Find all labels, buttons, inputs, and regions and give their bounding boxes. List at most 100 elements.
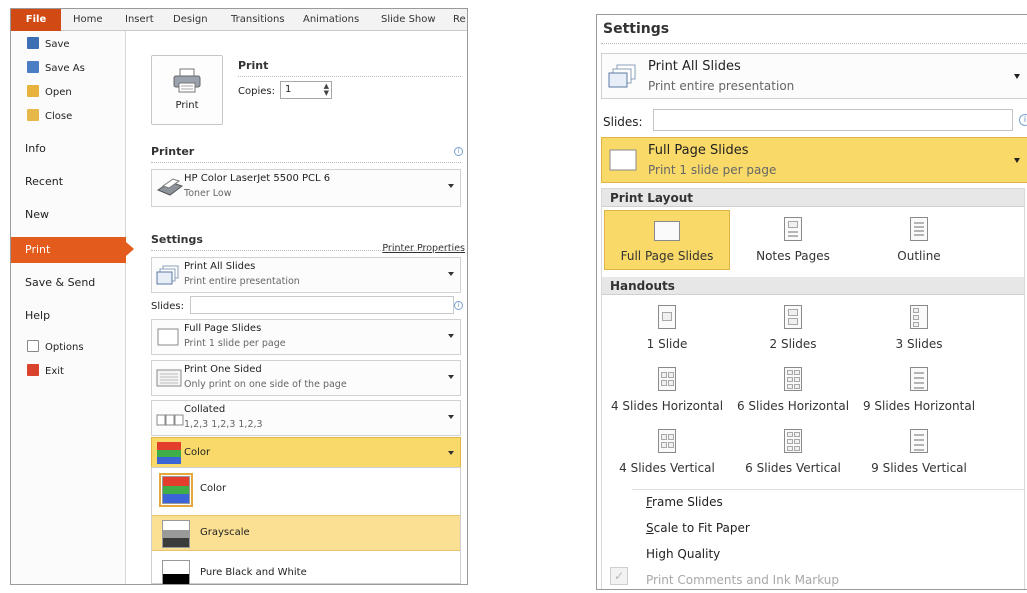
handout-label: 4 Slides Horizontal [610,399,724,413]
handout-9-vertical[interactable]: 9 Slides Vertical [856,429,982,475]
print-range-subtitle: Print entire presentation [184,276,300,287]
tab-file[interactable]: File [11,9,61,31]
color-dropdown[interactable]: Color [151,437,461,469]
backstage-open[interactable]: Open [11,81,126,105]
printer-dropdown[interactable]: HP Color LaserJet 5500 PCL 6 Toner Low [151,169,461,207]
handout-label: 6 Slides Vertical [745,461,841,475]
handout-label: 9 Slides Horizontal [862,399,976,413]
chevron-down-icon [448,415,454,419]
handout-4-horizontal[interactable]: 4 Slides Horizontal [604,367,730,413]
frame-slides-option[interactable]: Frame Slides [646,495,723,509]
tab-transitions[interactable]: Transitions [231,9,285,31]
color-title: Color [184,447,211,458]
handouts-header: Handouts [602,277,1024,295]
layout-outline[interactable]: Outline [856,210,982,270]
print-range-title: Print All Slides [648,59,741,74]
layout-title: Full Page Slides [648,143,749,158]
close-folder-icon [27,109,39,121]
tab-slide-show[interactable]: Slide Show [381,9,436,31]
handout-4-vertical-icon [658,429,676,453]
print-content: Print Print Copies: 1 ▲ ▼ Printer i HP Co… [127,31,467,584]
layout-notes-pages[interactable]: Notes Pages [730,210,856,270]
backstage-new[interactable]: New [11,203,126,227]
print-range-title: Print All Slides [184,261,256,272]
backstage-save-as-label: Save As [45,63,85,74]
all-slides-icon [608,63,638,89]
tab-animations[interactable]: Animations [303,9,359,31]
handout-6-horizontal-icon [784,367,802,391]
backstage-exit[interactable]: Exit [11,360,126,384]
high-quality-option[interactable]: High Quality [646,547,720,561]
backstage-close[interactable]: Close [11,105,126,129]
handout-4-vertical[interactable]: 4 Slides Vertical [604,429,730,475]
handout-1-slide-icon [658,305,676,329]
sides-subtitle: Only print on one side of the page [184,379,347,390]
printer-name: HP Color LaserJet 5500 PCL 6 [184,173,331,184]
option-label: rame Slides [652,495,723,509]
handout-label: 2 Slides [769,337,817,351]
sides-dropdown[interactable]: Print One Sided Only print on one side o… [151,360,461,396]
printer-icon [172,68,202,94]
full-page-slide-icon [608,147,638,173]
handout-label: 1 Slide [646,337,688,351]
print-range-dropdown[interactable]: Print All Slides Print entire presentati… [601,53,1027,99]
chevron-down-icon [448,451,454,455]
backstage-save[interactable]: Save [11,33,126,57]
slides-input[interactable] [653,109,1013,131]
handout-3-slides[interactable]: 3 Slides [856,305,982,351]
handout-1-slide[interactable]: 1 Slide [604,305,730,351]
divider [601,43,1027,44]
handout-6-vertical[interactable]: 6 Slides Vertical [730,429,856,475]
info-icon[interactable]: i [454,301,463,310]
scale-to-fit-option[interactable]: Scale to Fit Paper [646,521,750,535]
print-button[interactable]: Print [151,55,223,125]
handout-2-slides[interactable]: 2 Slides [730,305,856,351]
backstage-options-label: Options [45,342,84,353]
chevron-down-icon [448,272,454,276]
tab-insert[interactable]: Insert [125,9,154,31]
info-icon[interactable]: i [1019,114,1027,126]
collation-dropdown[interactable]: Collated 1,2,3 1,2,3 1,2,3 [151,400,461,436]
handout-9-horizontal-icon [910,367,928,391]
printer-header: Printer [151,145,195,158]
backstage-print[interactable]: Print [11,237,134,263]
printer-properties-link[interactable]: Printer Properties [382,243,465,254]
color-option-grayscale[interactable]: Grayscale [152,515,460,551]
printer-status: Toner Low [184,188,232,199]
layout-dropdown[interactable]: Full Page Slides Print 1 slide per page [151,319,461,355]
spinner-arrows-icon[interactable]: ▲ ▼ [324,83,329,97]
color-option-label: Color [200,483,227,494]
options-icon [27,340,39,352]
layout-full-page-slides[interactable]: Full Page Slides [604,210,730,270]
layout-title: Full Page Slides [184,323,262,334]
collated-icon [156,407,184,429]
backstage-options[interactable]: Options [11,336,126,360]
print-range-dropdown[interactable]: Print All Slides Print entire presentati… [151,257,461,293]
tab-review[interactable]: Re [453,9,466,31]
handout-3-slides-icon [910,305,928,329]
handout-6-horizontal[interactable]: 6 Slides Horizontal [730,367,856,413]
copies-stepper[interactable]: 1 ▲ ▼ [280,81,332,99]
backstage-save-send[interactable]: Save & Send [11,271,126,295]
tab-home[interactable]: Home [73,9,103,31]
checkmark-icon: ✓ [610,567,628,585]
full-page-slide-icon [156,326,182,348]
outline-page-icon [910,217,928,241]
slides-input[interactable] [190,296,454,314]
color-option-pure-bw[interactable]: Pure Black and White [152,556,460,584]
tab-design[interactable]: Design [173,9,208,31]
backstage-info[interactable]: Info [11,137,126,161]
collation-title: Collated [184,404,226,415]
color-option-color[interactable]: Color [152,472,460,508]
backstage-save-as[interactable]: Save As [11,57,126,81]
layout-dropdown[interactable]: Full Page Slides Print 1 slide per page [601,137,1027,183]
handout-9-horizontal[interactable]: 9 Slides Horizontal [856,367,982,413]
info-icon[interactable]: i [454,147,463,156]
grayscale-swatch-icon [162,520,190,548]
print-comments-option[interactable]: Print Comments and Ink Markup [646,573,839,587]
color-menu: Color Grayscale Pure Black and White [151,467,461,584]
settings-header: Settings [151,233,203,246]
backstage-help[interactable]: Help [11,304,126,328]
copies-value: 1 [285,84,292,95]
backstage-recent[interactable]: Recent [11,170,126,194]
